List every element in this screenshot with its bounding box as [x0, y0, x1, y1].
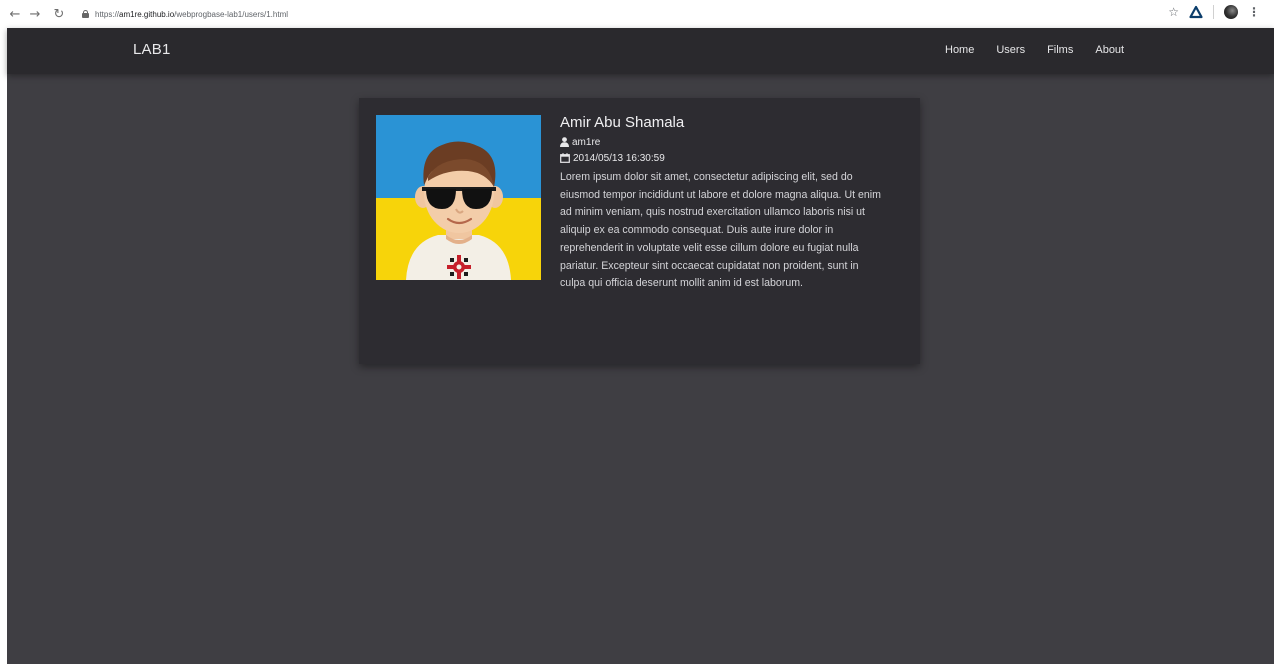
site-brand[interactable]: LAB1	[133, 41, 171, 58]
user-full-name: Amir Abu Shamala	[560, 114, 685, 131]
url-path: /webprogbase-lab1/users/1.html	[174, 9, 289, 19]
kebab-menu-icon[interactable]: ⋮	[1248, 5, 1260, 19]
user-registered-date: 2014/05/13 16:30:59	[573, 152, 665, 164]
user-profile-card: Amir Abu Shamala am1re 2014/05/13 16:30:…	[359, 98, 920, 364]
user-date-row: 2014/05/13 16:30:59	[560, 150, 890, 166]
back-arrow-icon[interactable]: ←	[6, 5, 24, 23]
forward-arrow-icon[interactable]: →	[26, 5, 44, 23]
site-navbar: LAB1 Home Users Films About	[7, 28, 1274, 74]
page-content: LAB1 Home Users Films About Amir Abu Sha…	[7, 28, 1274, 664]
profile-avatar-icon[interactable]	[1224, 5, 1238, 19]
nav-link-films[interactable]: Films	[1047, 44, 1073, 56]
url-prefix: https://	[95, 9, 120, 19]
nav-menu: Home Users Films About	[945, 44, 1124, 56]
user-info: Amir Abu Shamala am1re 2014/05/13 16:30:…	[560, 114, 890, 293]
user-login: am1re	[572, 136, 601, 148]
lock-icon	[82, 10, 89, 18]
user-icon	[560, 137, 569, 147]
reload-icon[interactable]: ↻	[50, 5, 68, 23]
triangle-extension-icon[interactable]	[1189, 5, 1203, 19]
star-icon[interactable]: ☆	[1168, 5, 1179, 19]
nav-link-home[interactable]: Home	[945, 44, 974, 56]
user-avatar-image	[376, 115, 541, 280]
url-host: am1re.github.io	[119, 9, 175, 19]
calendar-icon	[560, 153, 570, 163]
browser-toolbar: ← → ↻ https://am1re.github.io/webprogbas…	[0, 0, 1274, 28]
nav-link-about[interactable]: About	[1095, 44, 1124, 56]
nav-link-users[interactable]: Users	[996, 44, 1025, 56]
user-bio: Lorem ipsum dolor sit amet, consectetur …	[560, 171, 881, 290]
user-login-row: am1re	[560, 134, 890, 150]
address-bar[interactable]: https://am1re.github.io/webprogbase-lab1…	[82, 4, 1182, 24]
toolbar-divider	[1213, 5, 1214, 19]
